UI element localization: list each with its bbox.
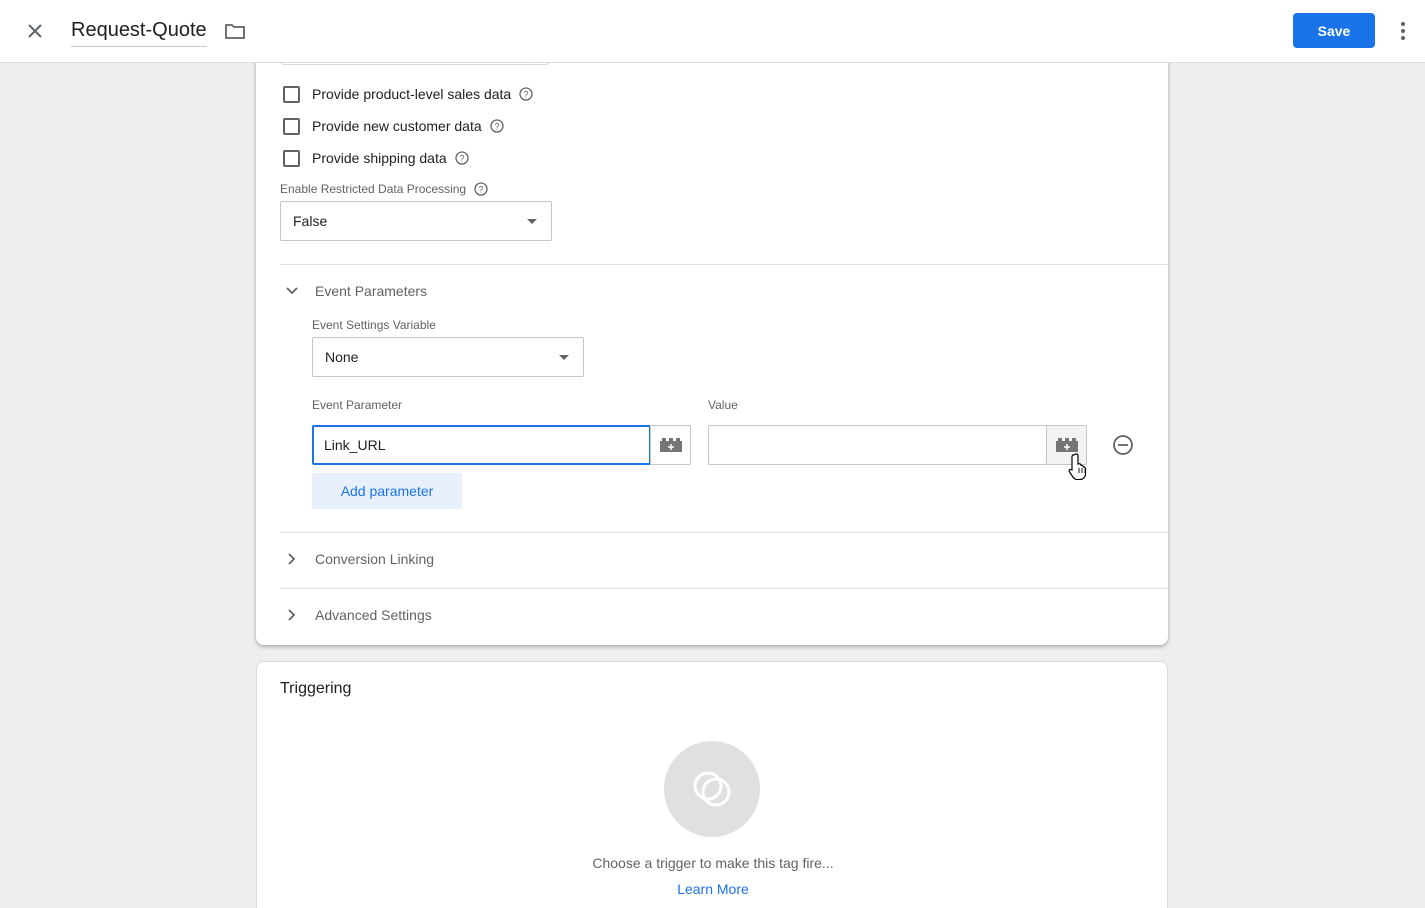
- remove-circle-icon: [1113, 435, 1133, 455]
- variable-brick-icon: [659, 438, 682, 452]
- save-button[interactable]: Save: [1293, 13, 1375, 48]
- help-icon[interactable]: ?: [519, 87, 533, 101]
- more-options-button[interactable]: [1393, 18, 1413, 44]
- variable-brick-icon: [1055, 438, 1078, 452]
- close-icon: [28, 24, 42, 38]
- folder-icon: [225, 24, 245, 39]
- editor-header: Request-Quote Save: [0, 0, 1425, 63]
- tag-configuration-card: Provide product-level sales data ? Provi…: [256, 40, 1168, 645]
- event-parameters-header[interactable]: Event Parameters: [280, 279, 427, 303]
- section-title: Event Parameters: [315, 283, 428, 299]
- value-column-label: Value: [708, 398, 738, 412]
- event-value-input[interactable]: [708, 425, 1047, 465]
- svg-text:?: ?: [524, 89, 529, 99]
- svg-text:?: ?: [459, 153, 464, 163]
- section-divider: [280, 264, 1168, 265]
- event-settings-variable-label: Event Settings Variable: [312, 318, 436, 332]
- dropdown-arrow-icon: [559, 355, 569, 360]
- checkbox-product-sales[interactable]: [283, 85, 300, 103]
- close-button[interactable]: [21, 17, 49, 45]
- checkbox-label: Provide product-level sales data: [312, 86, 512, 102]
- checkbox-shipping[interactable]: [283, 149, 300, 167]
- dropdown-arrow-icon: [527, 219, 537, 224]
- select-value: None: [325, 349, 359, 365]
- restricted-data-label: Enable Restricted Data Processing: [280, 182, 467, 196]
- more-vert-icon: [1401, 22, 1405, 40]
- svg-text:?: ?: [479, 184, 484, 194]
- svg-text:?: ?: [494, 121, 499, 131]
- checkbox-label: Provide new customer data: [312, 118, 482, 134]
- event-parameter-column-label: Event Parameter: [312, 398, 403, 412]
- event-settings-variable-select[interactable]: None: [312, 337, 584, 377]
- add-trigger-button[interactable]: [664, 741, 760, 837]
- trigger-hint-text: Choose a trigger to make this tag fire..…: [592, 855, 834, 871]
- add-parameter-button[interactable]: Add parameter: [312, 473, 462, 509]
- event-parameter-input[interactable]: Link_URL: [312, 425, 651, 465]
- trigger-icon: [693, 771, 731, 807]
- section-divider: [280, 588, 1168, 589]
- triggering-title: Triggering: [280, 680, 352, 697]
- help-icon[interactable]: ?: [474, 182, 488, 196]
- chevron-right-icon: [280, 547, 304, 571]
- chevron-down-icon: [280, 279, 304, 303]
- section-title: Conversion Linking: [315, 551, 435, 567]
- remove-row-button[interactable]: [1111, 433, 1135, 457]
- section-divider: [280, 532, 1168, 533]
- help-icon[interactable]: ?: [455, 151, 469, 165]
- conversion-linking-header[interactable]: Conversion Linking: [280, 547, 434, 571]
- chevron-right-icon: [280, 603, 304, 627]
- checkbox-label: Provide shipping data: [312, 150, 447, 166]
- checkbox-new-customer[interactable]: [283, 117, 300, 135]
- restricted-data-label-row: Enable Restricted Data Processing ?: [280, 182, 488, 196]
- advanced-settings-header[interactable]: Advanced Settings: [280, 603, 432, 627]
- checkbox-row-product-sales: Provide product-level sales data ?: [283, 84, 533, 104]
- insert-variable-button[interactable]: [1046, 425, 1087, 465]
- checkbox-row-shipping: Provide shipping data ?: [283, 148, 469, 168]
- learn-more-link[interactable]: Learn More: [257, 881, 1169, 897]
- insert-variable-button[interactable]: [650, 425, 691, 465]
- select-value: False: [293, 213, 328, 229]
- folder-button[interactable]: [223, 19, 247, 43]
- checkbox-row-new-customer: Provide new customer data ?: [283, 116, 504, 136]
- restricted-data-select[interactable]: False: [280, 201, 552, 241]
- input-value: Link_URL: [324, 437, 386, 453]
- tag-name-input[interactable]: Request-Quote: [71, 19, 207, 47]
- section-title: Advanced Settings: [315, 607, 432, 623]
- triggering-card: Triggering Choose a trigger to make this…: [256, 661, 1168, 908]
- help-icon[interactable]: ?: [489, 119, 504, 133]
